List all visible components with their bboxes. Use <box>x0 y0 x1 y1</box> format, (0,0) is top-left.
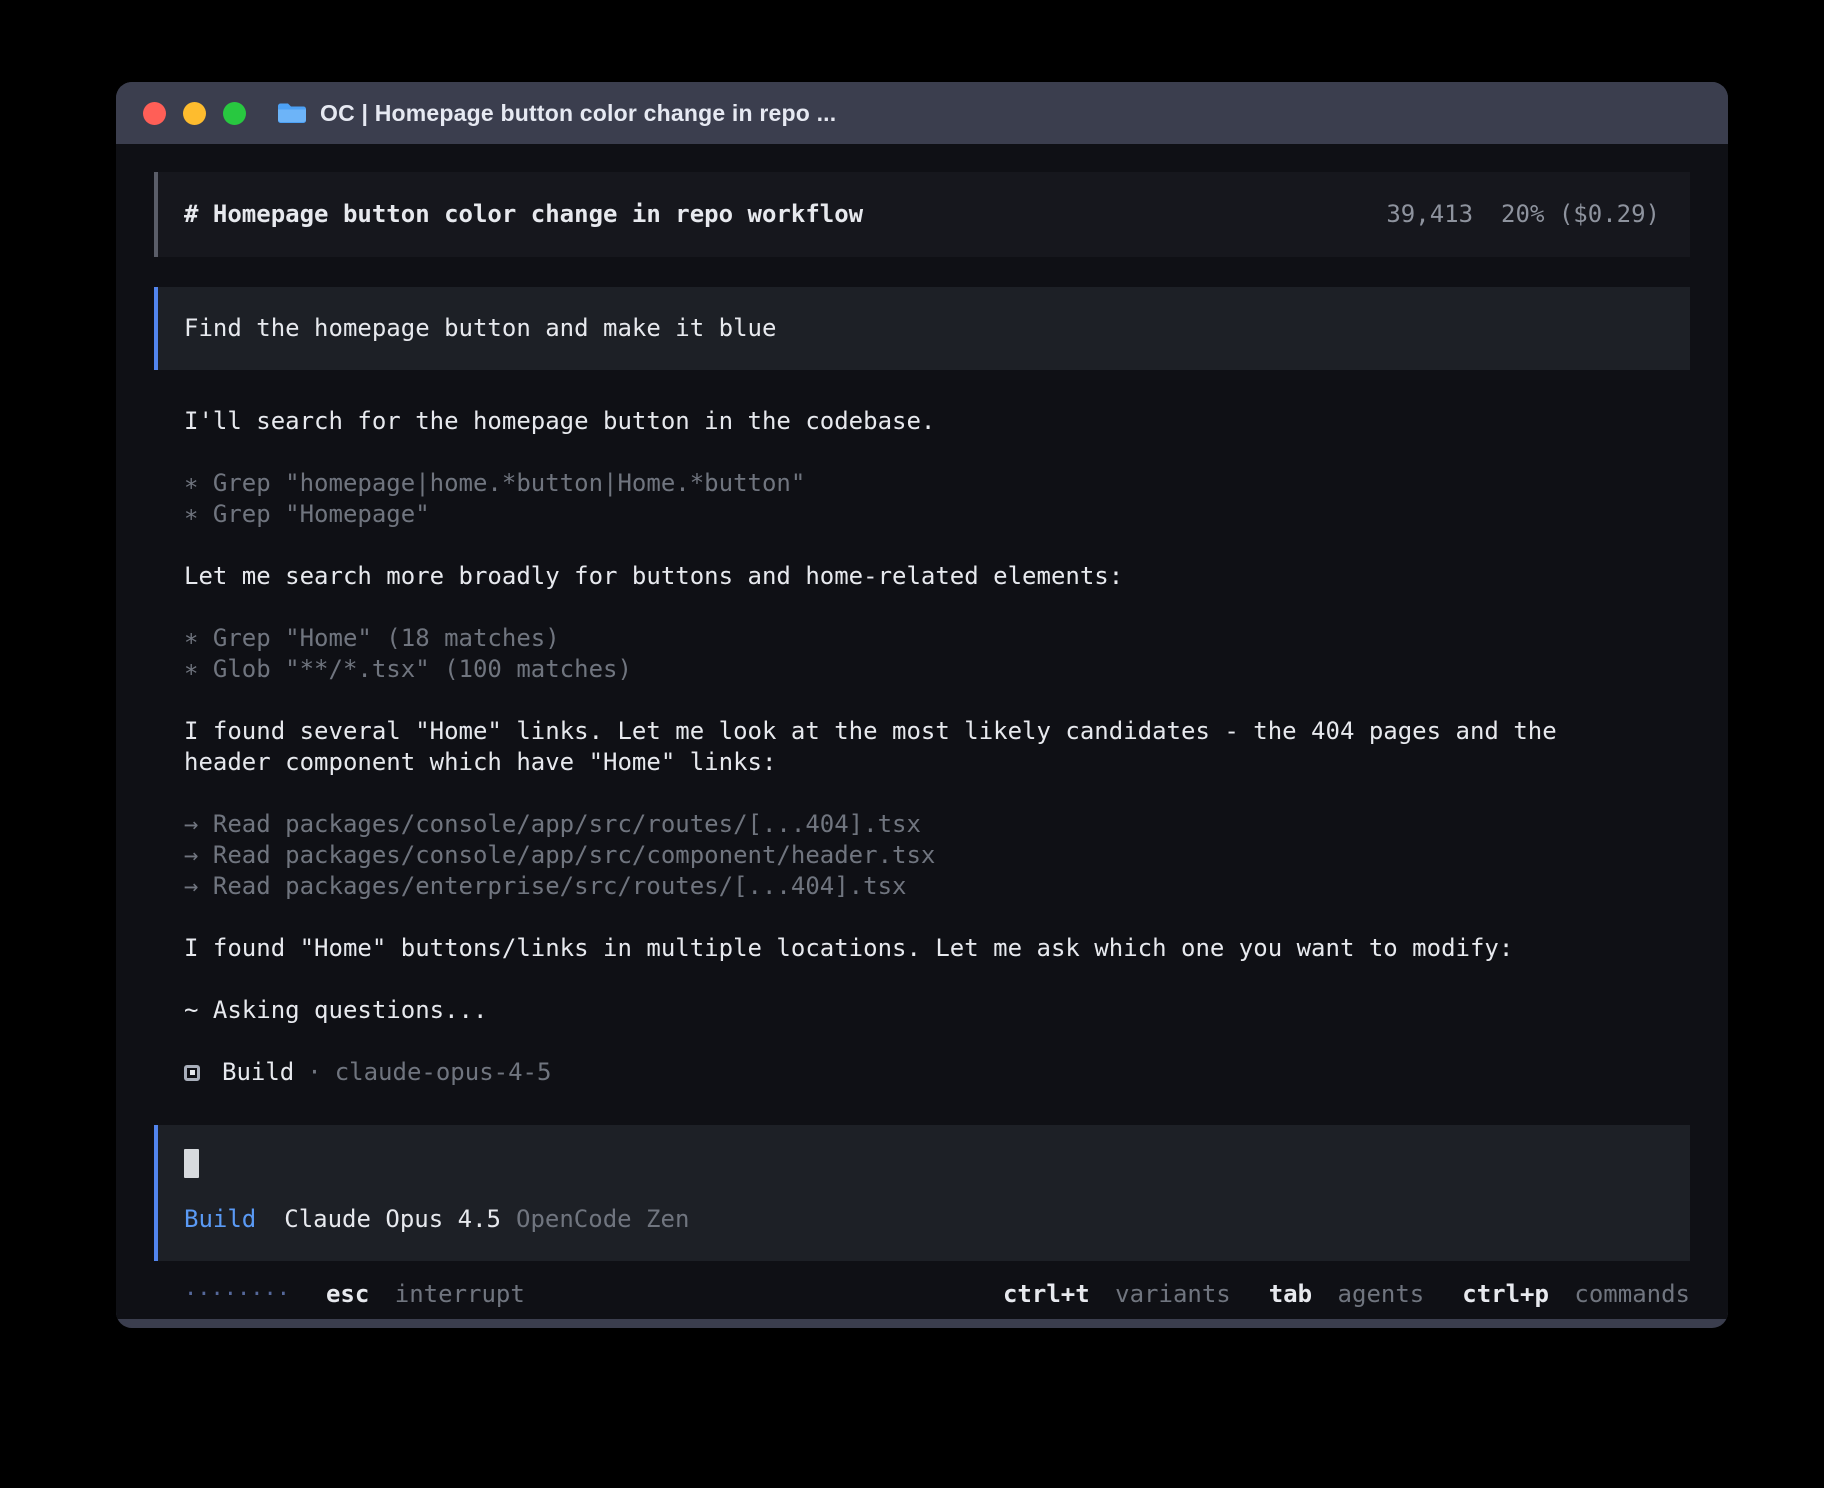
input-status-line: Build Claude Opus 4.5 OpenCode Zen <box>184 1204 1664 1235</box>
variants-label: variants <box>1115 1280 1231 1308</box>
read-call-group: → Read packages/console/app/src/routes/[… <box>184 809 1690 902</box>
titlebar-title-group: OC | Homepage button color change in rep… <box>276 101 836 125</box>
window-title: OC | Homepage button color change in rep… <box>320 102 836 125</box>
prompt-input[interactable]: Build Claude Opus 4.5 OpenCode Zen <box>154 1125 1690 1261</box>
agent-icon <box>184 1065 200 1081</box>
commands-label: commands <box>1574 1280 1690 1308</box>
hint-agents: tab agents <box>1269 1279 1425 1310</box>
tool-call-group: ∗ Grep "Home" (18 matches) ∗ Glob "**/*.… <box>184 623 1690 685</box>
tool-call-group: ∗ Grep "homepage|home.*button|Home.*butt… <box>184 468 1690 530</box>
session-header: # Homepage button color change in repo w… <box>154 172 1690 257</box>
terminal-window: OC | Homepage button color change in rep… <box>116 82 1728 1328</box>
traffic-lights <box>143 102 246 125</box>
assistant-paragraph: I found "Home" buttons/links in multiple… <box>184 933 1574 964</box>
model-label: Claude Opus 4.5 <box>284 1204 501 1235</box>
user-message-text: Find the homepage button and make it blu… <box>184 314 776 342</box>
esc-label: interrupt <box>395 1280 525 1308</box>
assistant-paragraph: Let me search more broadly for buttons a… <box>184 561 1690 592</box>
read-call-line: → Read packages/console/app/src/componen… <box>184 840 1690 871</box>
context-usage: 20% ($0.29) <box>1501 199 1660 230</box>
agent-name: Build <box>222 1057 294 1088</box>
agent-model: claude-opus-4-5 <box>335 1057 552 1088</box>
hint-commands: ctrl+p commands <box>1462 1279 1690 1310</box>
tool-call-line: ∗ Grep "Homepage" <box>184 499 1690 530</box>
read-call-line: → Read packages/enterprise/src/routes/[.… <box>184 871 1690 902</box>
token-count: 39,413 <box>1386 199 1473 230</box>
session-title: # Homepage button color change in repo w… <box>184 199 863 230</box>
close-button[interactable] <box>143 102 166 125</box>
hint-interrupt: esc interrupt <box>326 1279 525 1310</box>
status-line: ~ Asking questions... <box>184 995 1690 1026</box>
assistant-paragraph: I found several "Home" links. Let me loo… <box>184 716 1574 778</box>
ctrl-t-key: ctrl+t <box>1003 1280 1090 1308</box>
status-bar-right: ctrl+t variants tab agents ctrl+p comman… <box>1003 1279 1690 1310</box>
tool-call-line: ∗ Glob "**/*.tsx" (100 matches) <box>184 654 1690 685</box>
zoom-button[interactable] <box>223 102 246 125</box>
status-bar: ········ esc interrupt ctrl+t variants t… <box>154 1279 1690 1319</box>
ctrl-p-key: ctrl+p <box>1462 1280 1549 1308</box>
provider-label: OpenCode Zen <box>516 1204 689 1235</box>
tool-call-line: ∗ Grep "homepage|home.*button|Home.*butt… <box>184 468 1690 499</box>
tab-key: tab <box>1269 1280 1312 1308</box>
esc-key: esc <box>326 1280 369 1308</box>
folder-icon <box>276 101 306 125</box>
agent-badge: Build · claude-opus-4-5 <box>184 1057 1690 1088</box>
tool-call-line: ∗ Grep "Home" (18 matches) <box>184 623 1690 654</box>
separator-dot: · <box>307 1057 321 1088</box>
text-cursor <box>184 1149 199 1178</box>
mode-label: Build <box>184 1204 256 1235</box>
minimize-button[interactable] <box>183 102 206 125</box>
hint-variants: ctrl+t variants <box>1003 1279 1231 1310</box>
status-bar-left: ········ esc interrupt <box>184 1279 525 1310</box>
conversation: I'll search for the homepage button in t… <box>154 406 1690 1119</box>
window-titlebar[interactable]: OC | Homepage button color change in rep… <box>116 82 1728 144</box>
assistant-paragraph: I'll search for the homepage button in t… <box>184 406 1690 437</box>
user-message: Find the homepage button and make it blu… <box>154 287 1690 370</box>
spinner-dots: ········ <box>184 1279 290 1310</box>
session-stats: 39,413 20% ($0.29) <box>1386 199 1660 230</box>
read-call-line: → Read packages/console/app/src/routes/[… <box>184 809 1690 840</box>
terminal-content: # Homepage button color change in repo w… <box>116 144 1728 1319</box>
agents-label: agents <box>1338 1280 1425 1308</box>
